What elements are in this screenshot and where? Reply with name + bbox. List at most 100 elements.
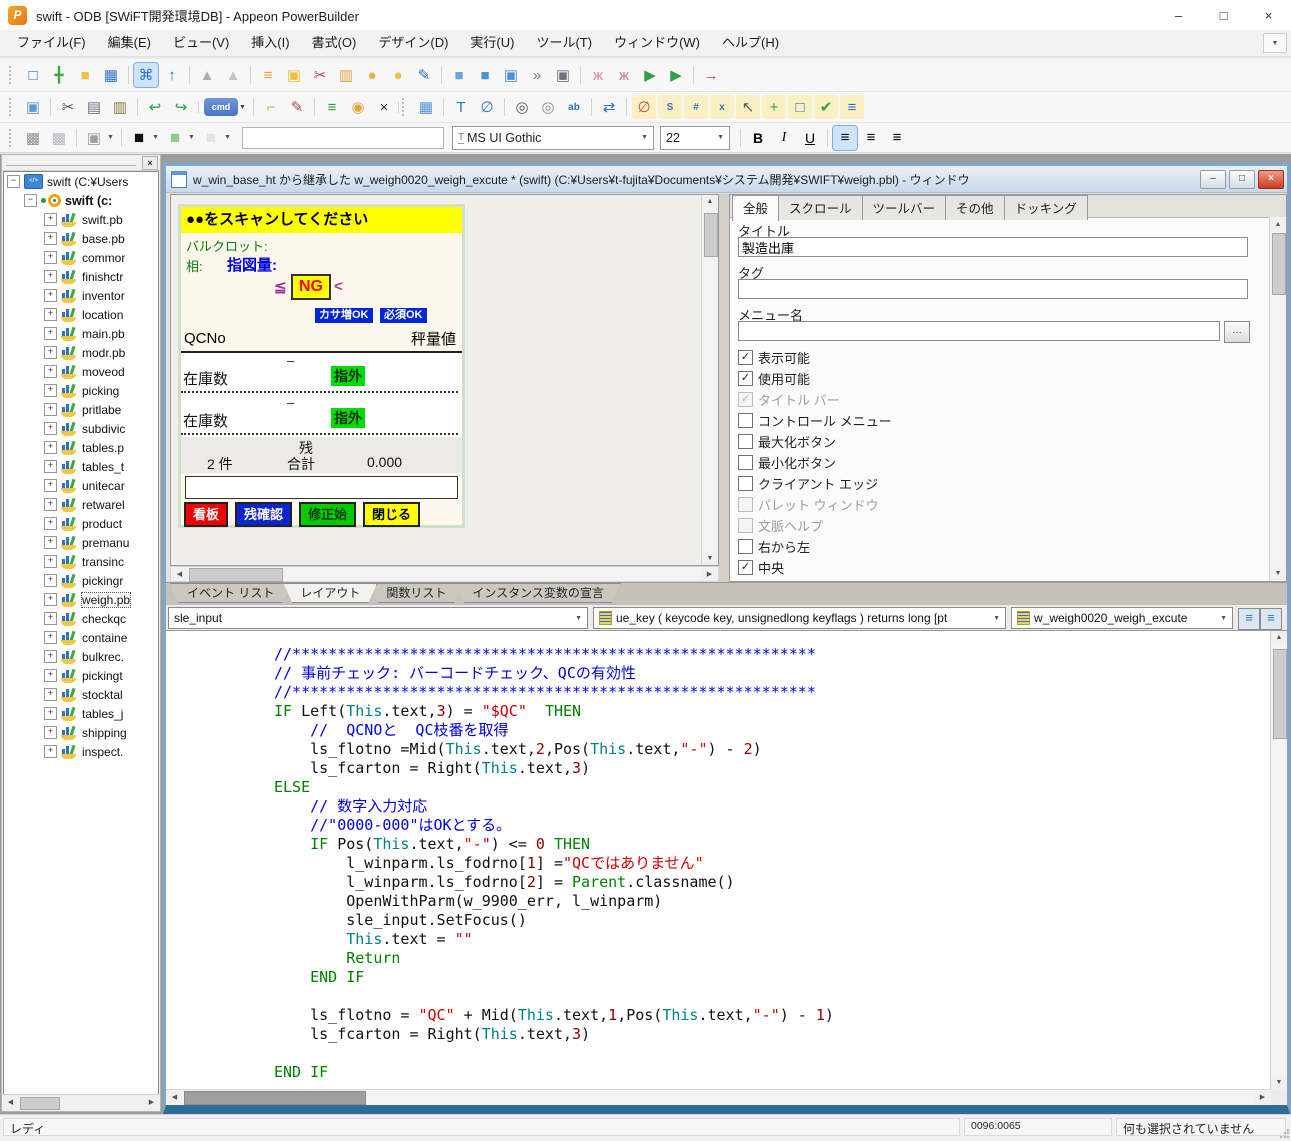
scroll-left-icon[interactable]: ◀ (3, 1096, 18, 1109)
expand-icon[interactable]: + (44, 479, 57, 492)
edit-source-icon[interactable]: ✎ (412, 63, 436, 87)
chevron-down-icon[interactable]: ▼ (569, 615, 582, 622)
property-checkbox-row[interactable]: 表示可能 (738, 347, 1260, 368)
scroll-up-icon[interactable]: ▲ (1271, 631, 1287, 644)
menu-item[interactable]: ツール(T) (525, 30, 603, 56)
layer-up-icon[interactable]: ▩ (21, 126, 45, 150)
expand-icon[interactable]: + (44, 593, 57, 606)
tree-item[interactable]: + pritlabe (4, 400, 158, 419)
tree-item[interactable]: + inventor (4, 286, 158, 305)
expand-icon[interactable]: + (44, 232, 57, 245)
browse-library-icon[interactable]: ▣ (282, 63, 306, 87)
prev-warning-icon[interactable]: ▲ (221, 63, 245, 87)
toolbar-icon[interactable] (9, 129, 15, 147)
window-select[interactable]: w_weigh0020_weigh_excute ▼ (1011, 607, 1233, 629)
checkbox-icon[interactable] (738, 371, 753, 386)
checkbox-icon[interactable] (738, 350, 753, 365)
toolbar-icon[interactable] (9, 66, 15, 84)
expand-icon[interactable]: + (44, 365, 57, 378)
find-icon[interactable]: ◉ (346, 95, 370, 119)
zoom-in-icon[interactable]: ◎ (510, 95, 534, 119)
expand-icon[interactable]: + (44, 327, 57, 340)
close-button[interactable]: × (1246, 0, 1291, 30)
zan-kakunin-button[interactable]: 残確認 (235, 502, 292, 527)
resize-grip[interactable] (1279, 1129, 1289, 1139)
menu-item[interactable]: 実行(U) (459, 30, 525, 56)
checkbox-icon[interactable] (738, 476, 753, 491)
script-list-button[interactable]: ≡ (1238, 608, 1260, 630)
mdi-restore-button[interactable]: □ (1229, 170, 1255, 189)
property-checkbox-row[interactable]: コントロール メニュー (738, 410, 1260, 431)
property-checkbox-row[interactable]: パレット ウィンドウ (738, 494, 1260, 515)
scrollbar-thumb[interactable] (189, 568, 283, 582)
workspace-tree-icon[interactable]: ⌘ (134, 63, 158, 87)
expand-icon[interactable]: + (44, 631, 57, 644)
exit-icon[interactable]: → (699, 63, 723, 87)
expand-icon[interactable]: + (44, 726, 57, 739)
chevron-down-icon[interactable]: ▼ (987, 615, 1000, 622)
tree-item[interactable]: + shipping (4, 723, 158, 742)
text-value-input[interactable] (242, 127, 444, 149)
window-painter-icon[interactable]: ■ (473, 63, 497, 87)
archive-icon[interactable]: ▣ (551, 63, 575, 87)
expand-icon[interactable]: + (44, 270, 57, 283)
scroll-down-icon[interactable]: ▼ (1270, 567, 1286, 580)
tree-workspace-node[interactable]: − </> swift (C:¥Users (4, 172, 158, 191)
tag-property-input[interactable] (738, 279, 1248, 299)
menu-item[interactable]: 書式(O) (301, 30, 368, 56)
checkbox-icon[interactable] (738, 497, 753, 512)
title-property-input[interactable] (738, 237, 1248, 257)
property-checkbox-row[interactable]: 使用可能 (738, 368, 1260, 389)
tree-horizontal-scrollbar[interactable]: ◀ ▶ (3, 1094, 159, 1110)
expand-icon[interactable]: + (44, 555, 57, 568)
fill-color-dropdown-icon[interactable]: ▼ (186, 126, 197, 150)
properties-tab[interactable]: スクロール (778, 195, 863, 220)
font-size-select[interactable]: 22 ▼ (660, 126, 730, 150)
mdi-minimize-button[interactable]: – (1200, 170, 1226, 189)
fast-forward-icon[interactable]: » (525, 63, 549, 87)
run-select-icon[interactable]: ▶ (664, 63, 688, 87)
grid-icon[interactable]: ▦ (414, 95, 438, 119)
editor-vertical-scrollbar[interactable]: ▲ ▼ (1270, 631, 1287, 1089)
italic-button[interactable]: I (772, 126, 796, 150)
tree-item[interactable]: + location (4, 305, 158, 324)
clip-sql-icon[interactable]: S (658, 95, 682, 119)
replace-icon[interactable]: ab (562, 95, 586, 119)
tree-item[interactable]: + tables_j (4, 704, 158, 723)
text-doc-icon[interactable]: T (449, 95, 473, 119)
tree-item[interactable]: + containe (4, 628, 158, 647)
clip-var-icon[interactable]: x (710, 95, 734, 119)
chevron-down-icon[interactable]: ▼ (709, 134, 724, 141)
align-right-button[interactable]: ≡ (885, 126, 909, 150)
cmd-button[interactable]: cmd (204, 98, 238, 116)
expand-icon[interactable]: + (44, 745, 57, 758)
cut-icon[interactable]: ✂ (56, 95, 80, 119)
minimize-button[interactable]: – (1156, 0, 1201, 30)
properties-tab[interactable]: 全般 (732, 195, 779, 221)
properties-vertical-scrollbar[interactable]: ▲ ▼ (1269, 217, 1286, 581)
tree-item[interactable]: + commor (4, 248, 158, 267)
property-checkbox-row[interactable]: 右から左 (738, 536, 1260, 557)
cmd-dropdown-icon[interactable]: ▼ (237, 95, 248, 119)
expand-icon[interactable]: + (44, 688, 57, 701)
new-window-icon[interactable]: ■ (447, 63, 471, 87)
property-checkbox-row[interactable]: 最小化ボタン (738, 452, 1260, 473)
border-color-icon[interactable]: ■ (199, 126, 223, 150)
datawindow-painter-icon[interactable]: ▣ (499, 63, 523, 87)
event-select[interactable]: ue_key ( keycode key, unsignedlong keyfl… (593, 607, 1006, 629)
tree-item[interactable]: + transinc (4, 552, 158, 571)
scroll-right-icon[interactable]: ▶ (1255, 1091, 1270, 1104)
checkbox-icon[interactable] (738, 434, 753, 449)
bold-button[interactable]: B (746, 126, 770, 150)
editor-horizontal-scrollbar[interactable]: ◀ ▶ (166, 1089, 1271, 1105)
uncomment-icon[interactable]: ✎ (285, 95, 309, 119)
property-checkbox-row[interactable]: タイトル バー (738, 389, 1260, 410)
tree-item[interactable]: + main.pb (4, 324, 158, 343)
expand-icon[interactable]: + (44, 346, 57, 359)
tree-item[interactable]: + moveod (4, 362, 158, 381)
null-doc-icon[interactable]: ∅ (475, 95, 499, 119)
tree-item[interactable]: + checkqc (4, 609, 158, 628)
close-icon[interactable]: × (372, 95, 396, 119)
align-left-button[interactable]: ≡ (833, 126, 857, 150)
comment-icon[interactable]: ⌐ (259, 95, 283, 119)
